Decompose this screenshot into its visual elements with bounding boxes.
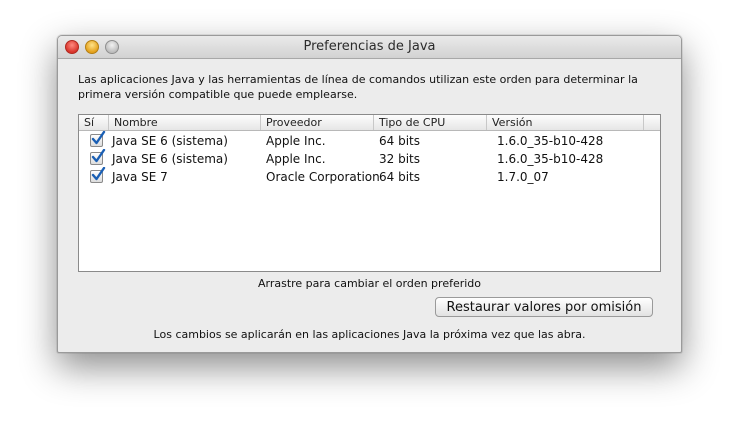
table-row[interactable]: Java SE 7 Oracle Corporation 64 bits 1.7… (79, 167, 660, 186)
window-title: Preferencias de Java (303, 39, 436, 54)
row-version: 1.6.0_35-b10-428 (497, 152, 604, 166)
checkmark-icon (91, 149, 106, 163)
row-name: Java SE 6 (sistema) (112, 134, 228, 148)
title-bar[interactable]: Preferencias de Java (58, 36, 681, 59)
description-text: Las aplicaciones Java y las herramientas… (78, 73, 638, 101)
checkmark-icon (91, 167, 106, 181)
table-row[interactable]: Java SE 6 (sistema) Apple Inc. 32 bits 1… (79, 149, 660, 168)
restore-defaults-button[interactable]: Restaurar valores por omisión (435, 297, 653, 317)
table-header: Sí Nombre Proveedor Tipo de CPU Versión (79, 115, 660, 131)
table-row[interactable]: Java SE 6 (sistema) Apple Inc. 64 bits 1… (79, 131, 660, 150)
column-header-name[interactable]: Nombre (109, 115, 261, 130)
enabled-checkbox[interactable] (90, 167, 106, 183)
row-cpu: 32 bits (379, 152, 420, 166)
java-preferences-window: Preferencias de Java Las aplicaciones Ja… (57, 35, 682, 353)
java-versions-table: Sí Nombre Proveedor Tipo de CPU Versión … (78, 114, 661, 272)
column-header-enabled[interactable]: Sí (79, 115, 109, 130)
column-header-vendor[interactable]: Proveedor (261, 115, 374, 130)
enabled-checkbox[interactable] (90, 149, 106, 165)
row-vendor: Apple Inc. (266, 152, 326, 166)
footer-note: Los cambios se aplicarán en las aplicaci… (153, 328, 586, 341)
column-header-cpu[interactable]: Tipo de CPU (374, 115, 487, 130)
row-name: Java SE 7 (112, 170, 168, 184)
checkmark-icon (91, 131, 106, 145)
row-name: Java SE 6 (sistema) (112, 152, 228, 166)
drag-hint-text: Arrastre para cambiar el orden preferido (257, 277, 482, 290)
row-cpu: 64 bits (379, 134, 420, 148)
row-vendor: Apple Inc. (266, 134, 326, 148)
row-vendor: Oracle Corporation (266, 170, 380, 184)
row-cpu: 64 bits (379, 170, 420, 184)
column-header-version[interactable]: Versión (487, 115, 644, 130)
row-version: 1.7.0_07 (497, 170, 549, 184)
enabled-checkbox[interactable] (90, 131, 106, 147)
row-version: 1.6.0_35-b10-428 (497, 134, 604, 148)
